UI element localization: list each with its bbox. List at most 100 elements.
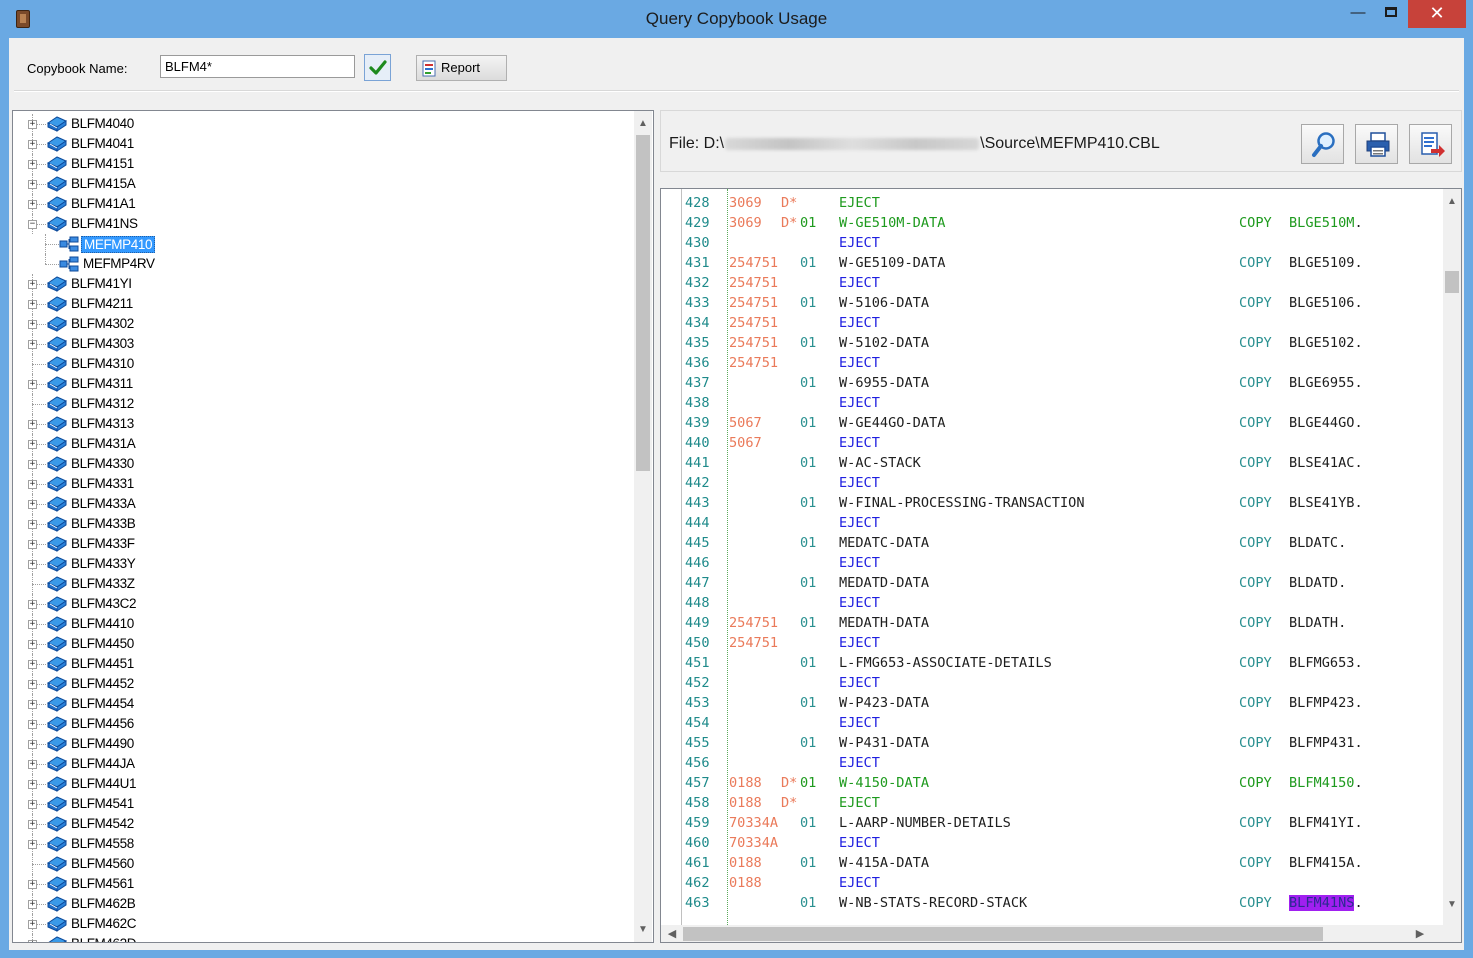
expand-icon[interactable]: + <box>28 680 37 689</box>
tree-item[interactable]: + BLFM44JA <box>13 754 633 774</box>
expand-icon[interactable]: + <box>28 820 37 829</box>
expand-icon[interactable]: + <box>28 800 37 809</box>
expand-icon[interactable]: + <box>28 140 37 149</box>
expand-icon[interactable]: + <box>28 740 37 749</box>
tree-item[interactable]: + BLFM4452 <box>13 674 633 694</box>
tree-item[interactable]: + BLFM433F <box>13 534 633 554</box>
code-vertical-scrollbar[interactable]: ▲ ▼ <box>1443 189 1461 925</box>
expand-icon[interactable]: + <box>28 180 37 189</box>
export-button[interactable] <box>1409 124 1452 164</box>
tree-item[interactable]: − BLFM41NS <box>13 214 633 234</box>
tree-item[interactable]: + BLFM4151 <box>13 154 633 174</box>
copybook-reference[interactable]: BLDATC. <box>1289 533 1346 553</box>
expand-icon[interactable]: + <box>28 780 37 789</box>
tree-item[interactable]: + BLFM433A <box>13 494 633 514</box>
tree-item[interactable]: + BLFM4410 <box>13 614 633 634</box>
copybook-tree[interactable]: + BLFM4040 + BLFM4041 + BLFM4151 + BLFM415A + BLF… <box>12 110 654 943</box>
tree-item[interactable]: + BLFM4450 <box>13 634 633 654</box>
tree-scroll-down-button[interactable]: ▼ <box>634 921 652 938</box>
tree-item[interactable]: + BLFM462B <box>13 894 633 914</box>
copybook-reference[interactable]: BLSE41AC. <box>1289 453 1363 473</box>
expand-icon[interactable]: + <box>28 720 37 729</box>
tree-item[interactable]: + BLFM4302 <box>13 314 633 334</box>
tree-item[interactable]: BLFM433Z <box>13 574 633 594</box>
code-scroll-right-button[interactable]: ▶ <box>1411 925 1429 942</box>
code-scroll-down-button[interactable]: ▼ <box>1443 896 1461 913</box>
copybook-name-input[interactable] <box>160 55 355 78</box>
copybook-reference[interactable]: BLGE44GO. <box>1289 413 1363 433</box>
expand-icon[interactable]: + <box>28 480 37 489</box>
expand-icon[interactable]: + <box>28 600 37 609</box>
expand-icon[interactable]: + <box>28 520 37 529</box>
tree-item[interactable]: + BLFM41YI <box>13 274 633 294</box>
expand-icon[interactable]: + <box>28 760 37 769</box>
tree-scrollbar[interactable]: ▲ ▼ <box>634 111 652 942</box>
tree-item[interactable]: + BLFM4490 <box>13 734 633 754</box>
expand-icon[interactable]: + <box>28 540 37 549</box>
copybook-reference[interactable]: BLDATD. <box>1289 573 1346 593</box>
close-button[interactable]: ✕ <box>1408 0 1466 28</box>
expand-icon[interactable]: + <box>28 660 37 669</box>
expand-icon[interactable]: + <box>28 700 37 709</box>
copybook-reference[interactable]: BLFM41NS. <box>1289 893 1363 913</box>
copybook-reference[interactable]: BLSE41YB. <box>1289 493 1363 513</box>
tree-item[interactable]: + BLFM462D <box>13 934 633 942</box>
expand-icon[interactable]: + <box>28 320 37 329</box>
code-scroll-left-button[interactable]: ◀ <box>663 925 681 942</box>
copybook-reference[interactable]: BLFMP431. <box>1289 733 1363 753</box>
expand-icon[interactable]: + <box>28 500 37 509</box>
tree-item[interactable]: + BLFM4542 <box>13 814 633 834</box>
expand-icon[interactable]: + <box>28 620 37 629</box>
code-hscroll-thumb[interactable] <box>683 927 1323 941</box>
copybook-reference[interactable]: BLFM41YI. <box>1289 813 1363 833</box>
minimize-button[interactable]: — <box>1343 0 1373 28</box>
tree-item[interactable]: + BLFM4541 <box>13 794 633 814</box>
tree-item[interactable]: + BLFM431A <box>13 434 633 454</box>
collapse-icon[interactable]: − <box>28 220 37 229</box>
tree-item[interactable]: + BLFM4331 <box>13 474 633 494</box>
copybook-reference[interactable]: BLGE5109. <box>1289 253 1363 273</box>
expand-icon[interactable]: + <box>28 120 37 129</box>
tree-item[interactable]: + BLFM41A1 <box>13 194 633 214</box>
expand-icon[interactable]: + <box>28 940 37 942</box>
copybook-reference[interactable]: BLFM4150. <box>1289 773 1363 793</box>
expand-icon[interactable]: + <box>28 160 37 169</box>
expand-icon[interactable]: + <box>28 920 37 929</box>
tree-item[interactable]: + BLFM415A <box>13 174 633 194</box>
code-scroll-up-button[interactable]: ▲ <box>1443 193 1461 210</box>
expand-icon[interactable]: + <box>28 560 37 569</box>
tree-item[interactable]: + BLFM433B <box>13 514 633 534</box>
expand-icon[interactable]: + <box>28 420 37 429</box>
tree-item[interactable]: + BLFM4330 <box>13 454 633 474</box>
tree-item[interactable]: + BLFM4451 <box>13 654 633 674</box>
tree-item[interactable]: + BLFM4303 <box>13 334 633 354</box>
tree-child-item[interactable]: MEFMP4RV <box>13 254 633 274</box>
source-code-view[interactable]: 428 3069 D* EJECT 429 3069 D* 01 W-GE510M-DATA CO… <box>660 188 1462 943</box>
copybook-reference[interactable]: BLGE5106. <box>1289 293 1363 313</box>
expand-icon[interactable]: + <box>28 460 37 469</box>
copybook-reference[interactable]: BLFMG653. <box>1289 653 1363 673</box>
expand-icon[interactable]: + <box>28 880 37 889</box>
print-button[interactable] <box>1355 124 1398 164</box>
copybook-reference[interactable]: BLFM415A. <box>1289 853 1363 873</box>
title-bar[interactable]: Query Copybook Usage — ✕ <box>0 0 1473 38</box>
code-vscroll-thumb[interactable] <box>1445 271 1459 293</box>
copybook-reference[interactable]: BLGE510M. <box>1289 213 1363 233</box>
find-button[interactable] <box>1301 124 1344 164</box>
tree-item[interactable]: + BLFM4558 <box>13 834 633 854</box>
copybook-reference[interactable]: BLDATH. <box>1289 613 1346 633</box>
expand-icon[interactable]: + <box>28 300 37 309</box>
expand-icon[interactable]: + <box>28 440 37 449</box>
report-button[interactable]: Report <box>416 55 507 81</box>
expand-icon[interactable]: + <box>28 200 37 209</box>
copybook-reference[interactable]: BLFMP423. <box>1289 693 1363 713</box>
tree-item[interactable]: + BLFM4041 <box>13 134 633 154</box>
tree-item[interactable]: + BLFM4040 <box>13 114 633 134</box>
run-query-button[interactable] <box>364 54 391 81</box>
expand-icon[interactable]: + <box>28 900 37 909</box>
tree-item[interactable]: + BLFM4211 <box>13 294 633 314</box>
tree-child-item[interactable]: MEFMP410 <box>13 234 633 254</box>
tree-item[interactable]: + BLFM4561 <box>13 874 633 894</box>
tree-scroll-up-button[interactable]: ▲ <box>634 115 652 132</box>
tree-item[interactable]: + BLFM43C2 <box>13 594 633 614</box>
